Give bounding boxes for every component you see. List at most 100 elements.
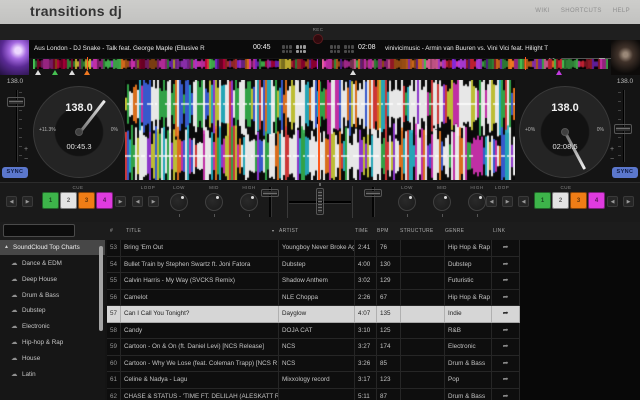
deck-b-track-overview[interactable]	[322, 59, 608, 69]
cell-time: 3:27	[355, 339, 377, 355]
deck-a-eq-mid-knob[interactable]	[205, 193, 223, 211]
track-link-icon[interactable]: ➦	[492, 372, 520, 388]
cell-artist: Mixxology record	[279, 372, 355, 388]
column-header-bpm[interactable]: BPM	[377, 228, 389, 234]
table-row[interactable]: 59Cartoon - On & On (ft. Daniel Levi) [N…	[107, 339, 520, 356]
sidebar-root-soundcloud-top-charts[interactable]: ▲ SoundCloud Top Charts	[0, 240, 105, 255]
table-row[interactable]: 62CHASE & STATUS - 'TIME FT. DELILAH (AL…	[107, 389, 520, 400]
deck-a-volume-fader-handle[interactable]	[261, 189, 279, 197]
track-link-icon[interactable]: ➦	[492, 290, 520, 306]
deck-a-eq-high-label: HIGH	[237, 185, 261, 190]
table-row[interactable]: 54Bullet Train by Stephen Swartz ft. Jon…	[107, 257, 520, 274]
deck-b-pitch-fader-handle[interactable]	[614, 124, 632, 134]
sidebar-item-latin[interactable]: ☁Latin	[0, 367, 105, 383]
cue-pad-3[interactable]: 3	[78, 192, 95, 209]
deck-b-prev-cue-button[interactable]: ◀	[607, 196, 618, 207]
deck-waveforms[interactable]	[125, 80, 515, 180]
cue-pad-2[interactable]: 2	[552, 192, 569, 209]
sidebar-item-house[interactable]: ☁House	[0, 351, 105, 367]
track-link-icon[interactable]: ➦	[492, 240, 520, 256]
deck-b-volume-fader-handle[interactable]	[364, 189, 382, 197]
sidebar-item-hip-hop-rap[interactable]: ☁Hip-hop & Rap	[0, 335, 105, 351]
knob-tick	[407, 214, 408, 217]
cell-artist: Dubstep	[279, 257, 355, 273]
track-link-icon[interactable]: ➦	[492, 389, 520, 400]
sidebar-item-drum-bass[interactable]: ☁Drum & Bass	[0, 288, 105, 304]
track-link-icon[interactable]: ➦	[492, 356, 520, 372]
deck-a-pitch-fader-handle[interactable]	[7, 97, 25, 107]
sidebar-item-electronic[interactable]: ☁Electronic	[0, 319, 105, 335]
table-row[interactable]: 56CamelotNLE Choppa2:2667Hip Hop & Rap➦	[107, 290, 520, 307]
table-row[interactable]: 53Bring 'Em OutYoungboy Never Broke Aga2…	[107, 240, 520, 257]
cell-artist: Shadow Anthem	[279, 273, 355, 289]
nav-link-shortcuts[interactable]: SHORTCUTS	[561, 8, 602, 14]
cell-time: 3:17	[355, 372, 377, 388]
cue-pad-4[interactable]: 4	[96, 192, 113, 209]
track-link-icon[interactable]: ➦	[492, 257, 520, 273]
deck-a-pad-page-1-icon[interactable]	[282, 45, 292, 53]
deck-b-next-cue-button[interactable]: ▶	[623, 196, 634, 207]
track-link-icon[interactable]: ➦	[492, 306, 520, 322]
cell-genre: Drum & Bass	[445, 389, 492, 400]
deck-a-eq-low-knob[interactable]	[170, 193, 188, 211]
library-search-input[interactable]	[3, 224, 75, 237]
track-link-icon[interactable]: ➦	[492, 323, 520, 339]
sidebar-item-dubstep[interactable]: ☁Dubstep	[0, 303, 105, 319]
deck-a-loop-label: LOOP	[128, 185, 168, 190]
column-header-link[interactable]: LINK	[493, 228, 505, 234]
deck-b-eq-mid-knob[interactable]	[433, 193, 451, 211]
deck-b-loop-double-button[interactable]: ▶	[502, 196, 513, 207]
cell-bpm: 129	[377, 273, 401, 289]
deck-a-prev-cue-button[interactable]: ◀	[6, 196, 17, 207]
deck-b-pad-page-2-icon[interactable]	[344, 45, 354, 53]
cell-num: 56	[107, 290, 121, 306]
deck-b-loop-halve-button[interactable]: ◀	[486, 196, 497, 207]
column-header-artist[interactable]: ARTIST	[279, 228, 299, 234]
deck-a-loop-halve-button[interactable]: ◀	[132, 196, 143, 207]
deck-a-loop-double-button[interactable]: ▶	[148, 196, 159, 207]
cell-genre: Futuristic	[445, 273, 492, 289]
cue-pad-3[interactable]: 3	[570, 192, 587, 209]
deck-a-track-overview[interactable]	[33, 59, 318, 69]
cue-pad-1[interactable]: 1	[534, 192, 551, 209]
cell-time: 3:02	[355, 273, 377, 289]
track-link-icon[interactable]: ➦	[492, 273, 520, 289]
nav-link-help[interactable]: HELP	[613, 8, 630, 14]
deck-b-bpm-readout: 138.0	[520, 102, 610, 114]
deck-a-sync-button[interactable]: SYNC	[2, 167, 28, 178]
knob-indicator	[216, 196, 219, 199]
deck-b-eq-low-knob[interactable]	[398, 193, 416, 211]
table-row[interactable]: 61Celine & Nadya - LaguMixxology record3…	[107, 372, 520, 389]
deck-a-jog-wheel[interactable]: 138.0 +11.3% 0% 00:45.3	[33, 86, 125, 178]
table-row[interactable]: 55Calvin Harris - My Way (SVCKS Remix)Sh…	[107, 273, 520, 290]
deck-b-sync-button[interactable]: SYNC	[612, 167, 638, 178]
sidebar-item-dance-edm[interactable]: ☁Dance & EDM	[0, 256, 105, 272]
deck-b-jog-wheel[interactable]: 138.0 +0% 0% 02:08.5	[519, 86, 611, 178]
table-row[interactable]: 60Cartoon - Why We Lose (feat. Coleman T…	[107, 356, 520, 373]
cue-pad-1[interactable]: 1	[42, 192, 59, 209]
deck-a-pad-page-2-icon[interactable]	[296, 45, 306, 53]
cell-structure	[401, 389, 445, 400]
column-header-structure[interactable]: STRUCTURE	[400, 228, 434, 234]
deck-b-pad-page-1-icon[interactable]	[330, 45, 340, 53]
sidebar-item-deep-house[interactable]: ☁Deep House	[0, 272, 105, 288]
record-button[interactable]	[313, 34, 323, 44]
table-row[interactable]: 57Can I Call You Tonight?Dayglow4:07135I…	[107, 306, 520, 323]
cue-pad-4[interactable]: 4	[588, 192, 605, 209]
column-header-title[interactable]: TITLE	[126, 228, 141, 234]
cue-pad-2[interactable]: 2	[60, 192, 77, 209]
deck-b-cue-page-button[interactable]: ◀	[518, 196, 529, 207]
column-header-time[interactable]: TIME	[355, 228, 368, 234]
deck-a-eq-high-knob[interactable]	[240, 193, 258, 211]
nav-link-wiki[interactable]: WIKI	[535, 8, 550, 14]
deck-a-next-cue-button[interactable]: ▶	[22, 196, 33, 207]
track-link-icon[interactable]: ➦	[492, 339, 520, 355]
table-row[interactable]: 58CandyDOJA CAT3:10125R&B➦	[107, 323, 520, 340]
column-header-num[interactable]: #	[110, 228, 113, 234]
deck-b-elapsed-time: 02:08.5	[520, 142, 610, 151]
column-header-genre[interactable]: GENRE	[445, 228, 464, 234]
crossfader-left-end	[287, 186, 288, 218]
deck-a-cue-page-button[interactable]: ▶	[115, 196, 126, 207]
deck-b-eq-high-knob[interactable]	[468, 193, 486, 211]
crossfader-handle[interactable]	[316, 188, 324, 215]
